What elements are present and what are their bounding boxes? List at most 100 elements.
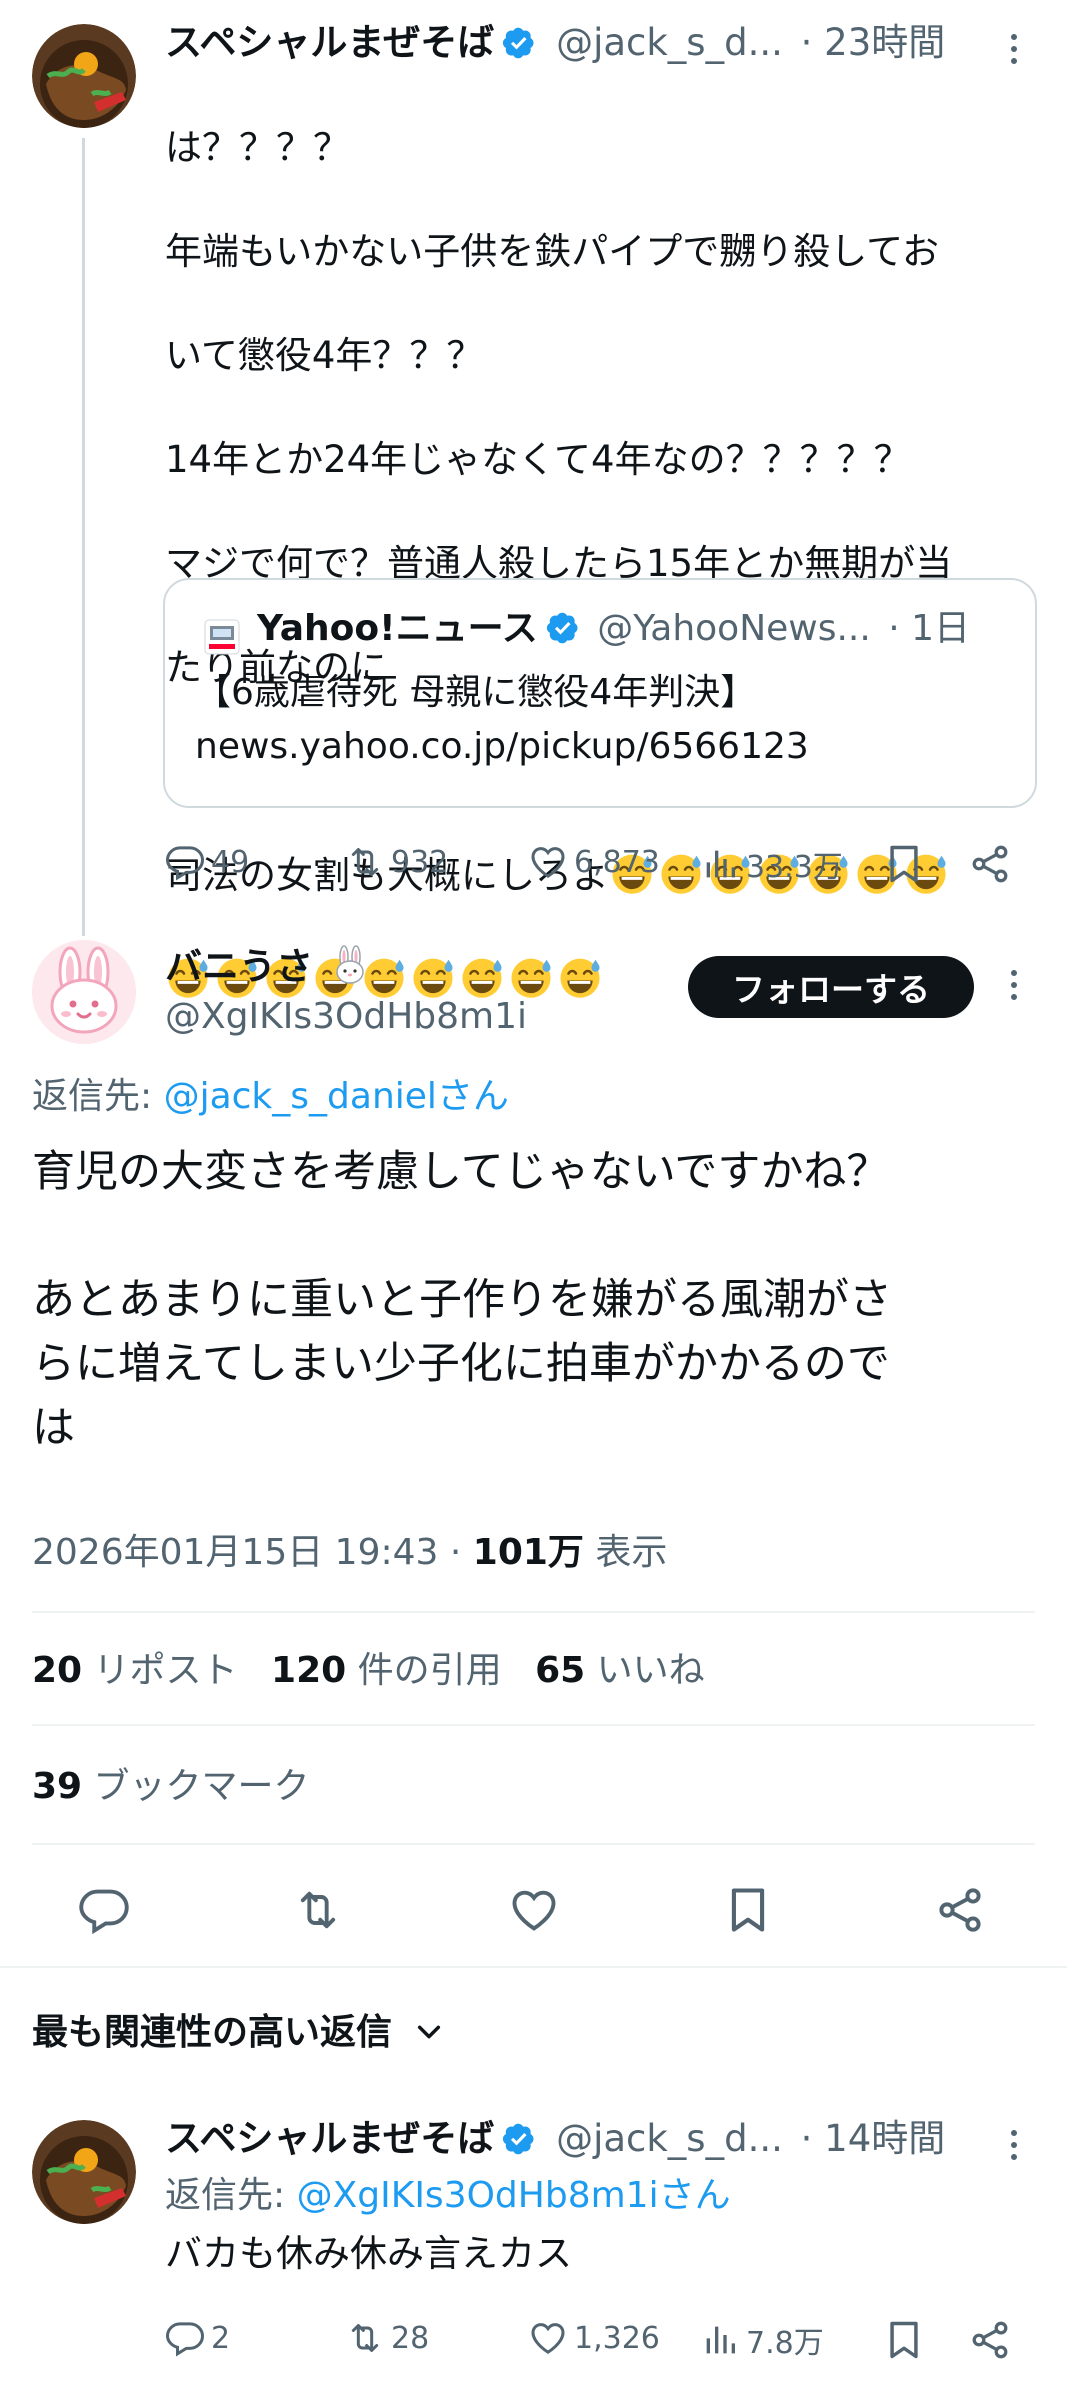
quoted-tweet-card[interactable]: Yahoo!ニュース @YahooNews... · 1日 【6歳虐待死 母親に… [163, 578, 1037, 808]
repost-count: 28 [391, 2320, 430, 2356]
quoted-author-handle[interactable]: @YahooNews... [597, 608, 871, 649]
reply-to-label: 返信先: [165, 2175, 297, 2216]
more-options-icon[interactable] [1008, 34, 1020, 70]
author-handle[interactable]: @jack_s_d... [556, 21, 783, 64]
heart-icon [528, 842, 568, 882]
reply-button[interactable]: 49 [165, 842, 249, 882]
timestamp[interactable]: 2026年01月15日 19:43 [32, 1532, 438, 1573]
author-handle[interactable]: @jack_s_d... [556, 2117, 783, 2160]
text-line: 14年とか24年じゃなくて4年なの？？？？？ [165, 438, 911, 481]
verified-badge-icon [502, 26, 536, 60]
avatar[interactable] [32, 24, 136, 128]
reply-icon [165, 842, 205, 882]
text-line: 年端もいかない子供を鉄パイプで嬲り殺してお [165, 230, 940, 273]
reply-button[interactable]: 2 [165, 2318, 230, 2358]
stat-label: いいね [585, 1650, 705, 1691]
repost-icon[interactable] [292, 1884, 344, 1936]
verified-badge-icon [546, 611, 580, 645]
quoted-headline: 【6歳虐待死 母親に懲役4年判決】 [195, 672, 757, 713]
quoted-author-name[interactable]: Yahoo!ニュース [257, 608, 538, 649]
repost-button[interactable]: 932 [345, 842, 448, 882]
post-time[interactable]: · 14時間 [801, 2117, 946, 2160]
repost-stat[interactable]: 20 リポスト [32, 1650, 238, 1691]
repost-button[interactable]: 28 [345, 2318, 429, 2358]
stat-label: 件の引用 [346, 1650, 502, 1691]
stat-count: 65 [535, 1650, 586, 1691]
reply-count: 49 [211, 844, 250, 880]
views-button[interactable]: 7.8万 [700, 2318, 824, 2362]
like-button[interactable]: 1,326 [528, 2318, 660, 2358]
view-label: 表示 [583, 1532, 668, 1573]
view-count: 101万 [472, 1532, 584, 1573]
post-time[interactable]: · 23時間 [801, 21, 946, 64]
author-name[interactable]: バニうさ [165, 945, 313, 988]
heart-icon [528, 2318, 568, 2358]
share-icon[interactable] [968, 2318, 1012, 2362]
view-count: 33.3万 [746, 850, 843, 885]
stat-count: 20 [32, 1650, 83, 1691]
bookmark-icon[interactable] [882, 2318, 926, 2362]
reply-icon [165, 2318, 205, 2358]
text-line: いて懲役4年？？？ [165, 334, 484, 377]
stat-label: リポスト [82, 1650, 238, 1691]
repost-icon [345, 842, 385, 882]
more-options-icon[interactable] [1008, 970, 1020, 1006]
thread-line [82, 138, 85, 936]
divider [0, 1966, 1067, 1968]
sweat-smile-emoji-icon [658, 850, 704, 896]
avatar[interactable] [32, 940, 136, 1044]
chevron-down-icon [417, 2025, 440, 2039]
bookmark-stat[interactable]: 39 ブックマーク [32, 1762, 310, 1812]
more-options-icon[interactable] [1008, 2130, 1020, 2166]
sort-label: 最も関連性の高い返信 [32, 2012, 393, 2053]
avatar[interactable] [32, 2120, 136, 2224]
views-icon [700, 2320, 740, 2360]
rabbit-emoji-icon [336, 945, 364, 984]
tweet-meta: 2026年01月15日 19:43 · 101万 表示 [32, 1528, 667, 1578]
reply-count: 2 [211, 2320, 231, 2356]
repost-count: 932 [391, 844, 449, 880]
bookmark-icon[interactable] [882, 842, 926, 886]
author-name[interactable]: スペシャルまぜそば [165, 21, 494, 64]
view-count: 7.8万 [746, 2326, 824, 2361]
like-button[interactable]: 6,873 [528, 842, 660, 882]
quoted-link[interactable]: news.yahoo.co.jp/pickup/6566123 [195, 722, 809, 772]
follow-button[interactable]: フォローする [688, 956, 974, 1018]
text-line: は [32, 1403, 75, 1453]
divider [32, 1843, 1035, 1845]
divider [32, 1611, 1035, 1613]
sweat-smile-emoji-icon [557, 954, 603, 1000]
share-icon[interactable] [934, 1884, 986, 1936]
reply-icon[interactable] [78, 1884, 130, 1936]
like-count: 6,873 [574, 844, 660, 880]
tweet-text: バカも休み休み言えカス [165, 2232, 572, 2275]
quote-stat[interactable]: 120 件の引用 [271, 1650, 502, 1691]
meta-separator: · [438, 1532, 473, 1573]
follow-button-label: フォローする [732, 970, 930, 1009]
divider [32, 1724, 1035, 1726]
text-line: 育児の大変さを考慮してじゃないですかね？ [32, 1147, 890, 1197]
like-count: 1,326 [574, 2320, 660, 2356]
verified-badge-icon [502, 2122, 536, 2156]
stat-count: 120 [271, 1650, 347, 1691]
tweet-text: 育児の大変さを考慮してじゃないですかね？ あとあまりに重いと子作りを嫌がる風潮が… [32, 1140, 1042, 1460]
like-stat[interactable]: 65 いいね [535, 1650, 705, 1691]
reply-to-link[interactable]: @XgIKIs3OdHb8m1iさん [297, 2175, 731, 2216]
views-icon [700, 844, 740, 884]
reply-to-link[interactable]: @jack_s_danielさん [164, 1076, 509, 1117]
stat-label: ブックマーク [82, 1766, 310, 1807]
author-handle[interactable]: @XgIKIs3OdHb8m1i [165, 994, 527, 1040]
views-button[interactable]: 33.3万 [700, 842, 843, 886]
engagement-stats: 20 リポスト 120 件の引用 65 いいね [32, 1646, 705, 1696]
tweet-text: は？？？？ 年端もいかない子供を鉄パイプで嬲り殺してお いて懲役4年？？？ 14… [165, 70, 1045, 1058]
repost-icon [345, 2318, 385, 2358]
yahoo-news-logo-icon [203, 618, 241, 656]
text-line: は？？？？ [165, 126, 350, 169]
heart-icon[interactable] [508, 1884, 560, 1936]
bookmark-icon[interactable] [722, 1884, 774, 1936]
text-line: あとあまりに重いと子作りを嫌がる風潮がさ [32, 1275, 892, 1325]
author-name[interactable]: スペシャルまぜそば [165, 2117, 494, 2160]
reply-sort-dropdown[interactable]: 最も関連性の高い返信 [32, 2008, 445, 2058]
reply-to-label: 返信先: [32, 1076, 164, 1117]
share-icon[interactable] [968, 842, 1012, 886]
